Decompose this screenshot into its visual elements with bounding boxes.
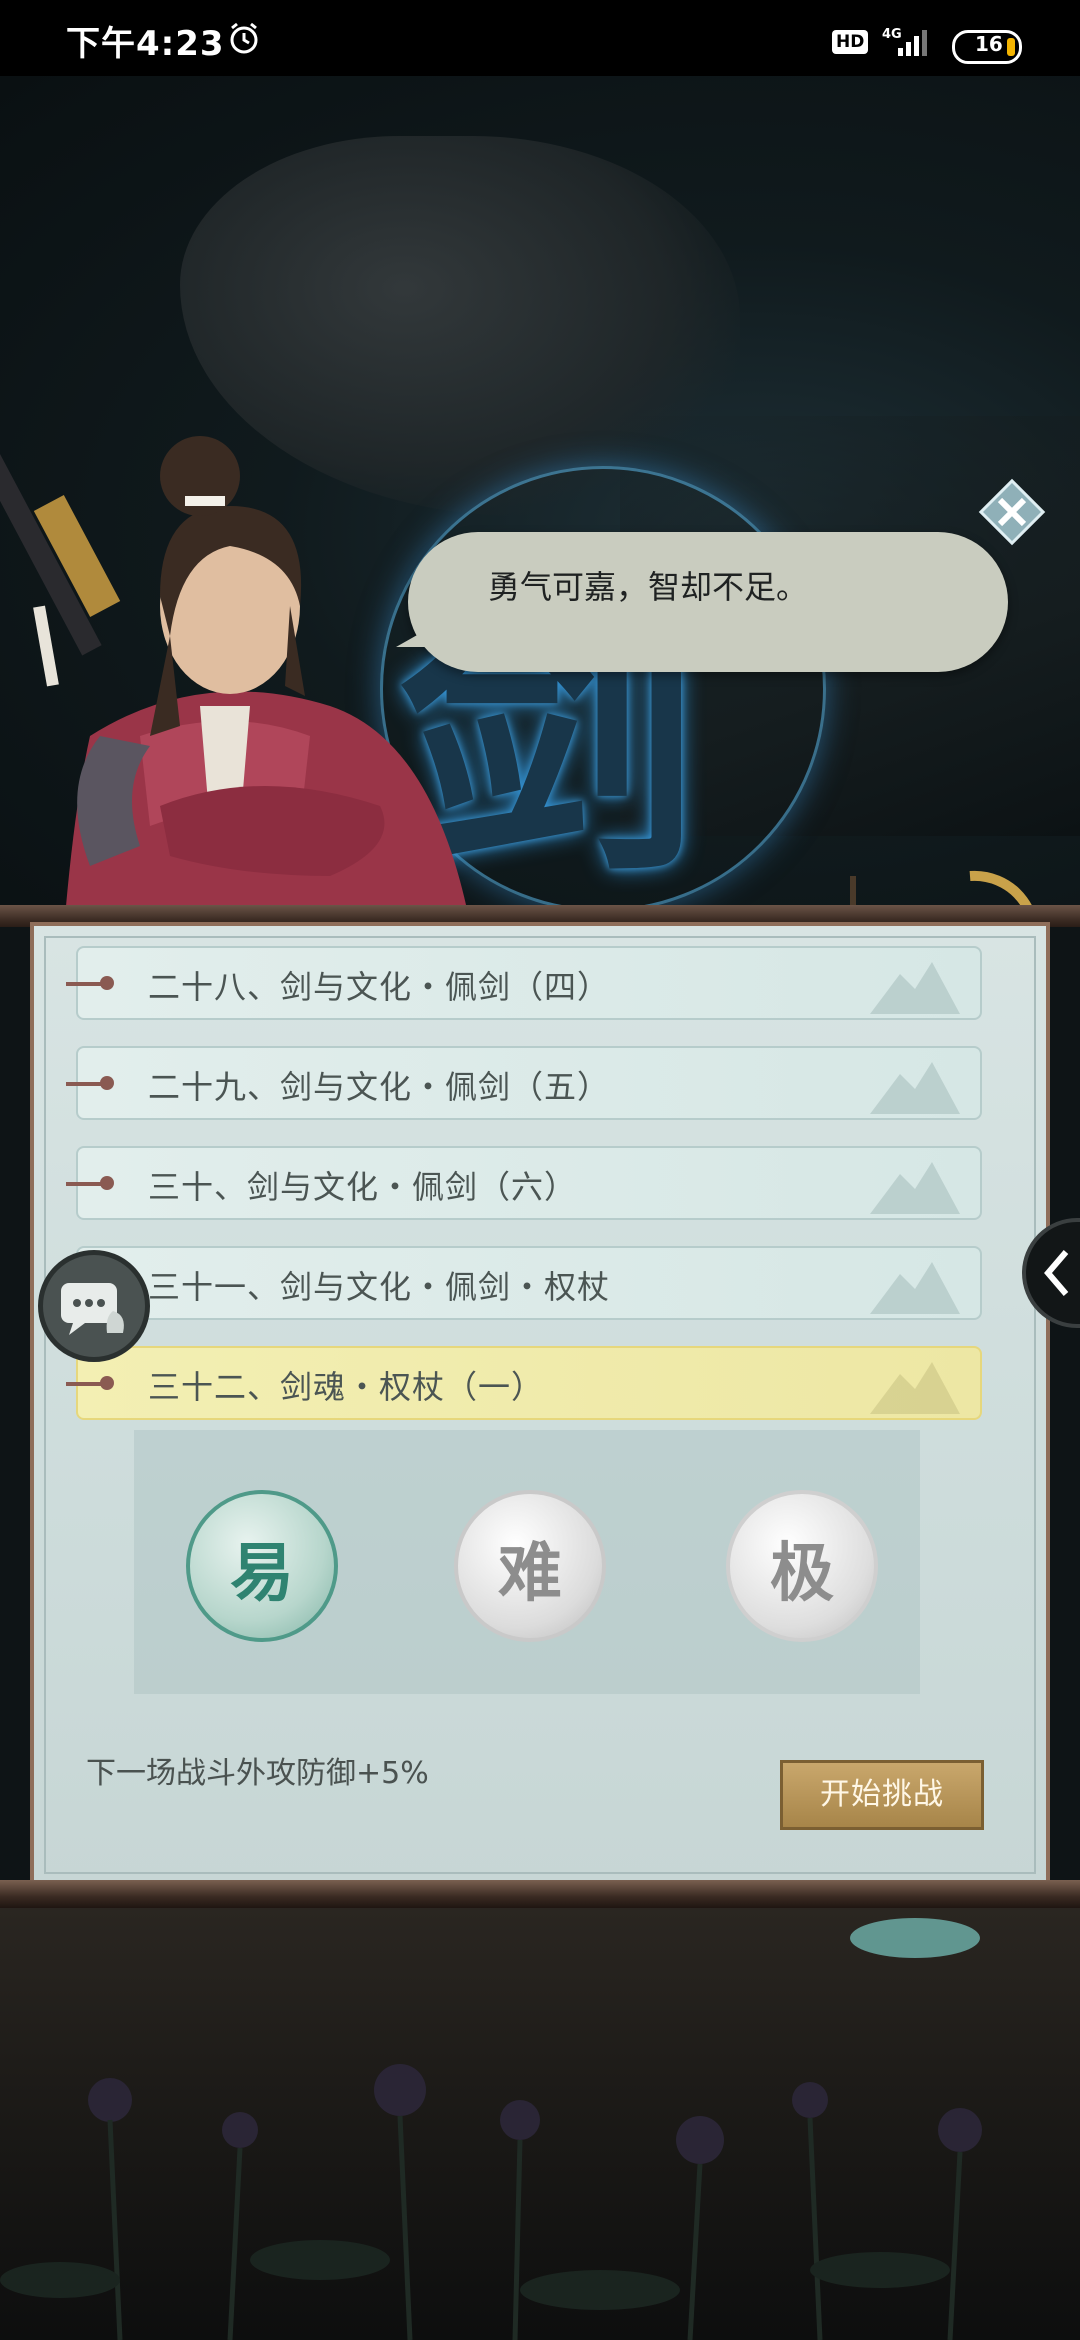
mountain-icon [870, 1262, 960, 1314]
status-time: 下午4:23 [66, 24, 225, 64]
bonus-text: 下一场战斗外攻防御+5% [86, 1756, 429, 1791]
chapter-label: 二十九、剑与文化・佩剑（五） [148, 1068, 611, 1106]
chevron-left-icon [1044, 1250, 1069, 1296]
chapter-label: 三十二、剑魂・权杖（一） [148, 1368, 545, 1406]
start-challenge-button[interactable]: 开始挑战 [780, 1760, 984, 1830]
story-scene: 剑 勇气可嘉，智却不足。 [0, 76, 1080, 906]
chapter-label: 二十八、剑与文化・佩剑（四） [148, 968, 611, 1006]
difficulty-extreme-label: 极 [770, 1536, 834, 1611]
chapter-item-30[interactable]: 三十、剑与文化・佩剑（六） [66, 1146, 982, 1220]
difficulty-hard-label: 难 [498, 1536, 562, 1611]
chat-float-button[interactable] [38, 1250, 150, 1362]
candle-stand [850, 870, 1033, 906]
difficulty-hard-button[interactable]: 难 [454, 1490, 606, 1642]
mountain-icon [870, 962, 960, 1014]
chapter-label: 三十一、剑与文化・佩剑・权杖 [148, 1268, 611, 1306]
alarm-icon [230, 22, 258, 54]
chapter-item-29[interactable]: 二十九、剑与文化・佩剑（五） [66, 1046, 982, 1120]
mountain-icon [870, 1062, 960, 1114]
chapter-item-32-selected[interactable]: 三十二、剑魂・权杖（一） [66, 1346, 982, 1420]
close-icon[interactable] [976, 476, 1048, 548]
mountain-icon [870, 1162, 960, 1214]
mountain-icon [870, 1362, 960, 1414]
speech-bubble: 勇气可嘉，智却不足。 [408, 532, 1008, 672]
speech-text: 勇气可嘉，智却不足。 [488, 568, 809, 606]
signal-icon: 4G [882, 27, 927, 56]
battery-icon: 16 [952, 30, 1022, 64]
status-bar: 下午4:23 HD 4G 16 [0, 0, 1080, 76]
pin-icon [66, 1076, 114, 1090]
pin-icon [66, 1176, 114, 1190]
chapter-item-31[interactable]: 三十一、剑与文化・佩剑・权杖 [66, 1246, 982, 1320]
battery-level: 16 [975, 32, 1003, 56]
difficulty-extreme-button[interactable]: 极 [726, 1490, 878, 1642]
pin-icon [66, 1376, 114, 1390]
chat-icon [61, 1283, 124, 1335]
network-type-label: 4G [882, 27, 902, 42]
pin-icon [66, 976, 114, 990]
hd-badge: HD [832, 30, 869, 54]
difficulty-easy-label: 易 [230, 1536, 294, 1611]
difficulty-easy-button[interactable]: 易 [186, 1490, 338, 1642]
lilypad-decoration [850, 1918, 980, 1958]
flower-silhouettes [0, 2064, 982, 2340]
speech-bubble-tail [396, 621, 442, 647]
scroll-rod-bottom [0, 1880, 1080, 1908]
side-panel-toggle[interactable] [1022, 1218, 1080, 1328]
chapter-item-28[interactable]: 二十八、剑与文化・佩剑（四） [66, 946, 982, 1020]
chapter-label: 三十、剑与文化・佩剑（六） [148, 1168, 578, 1206]
